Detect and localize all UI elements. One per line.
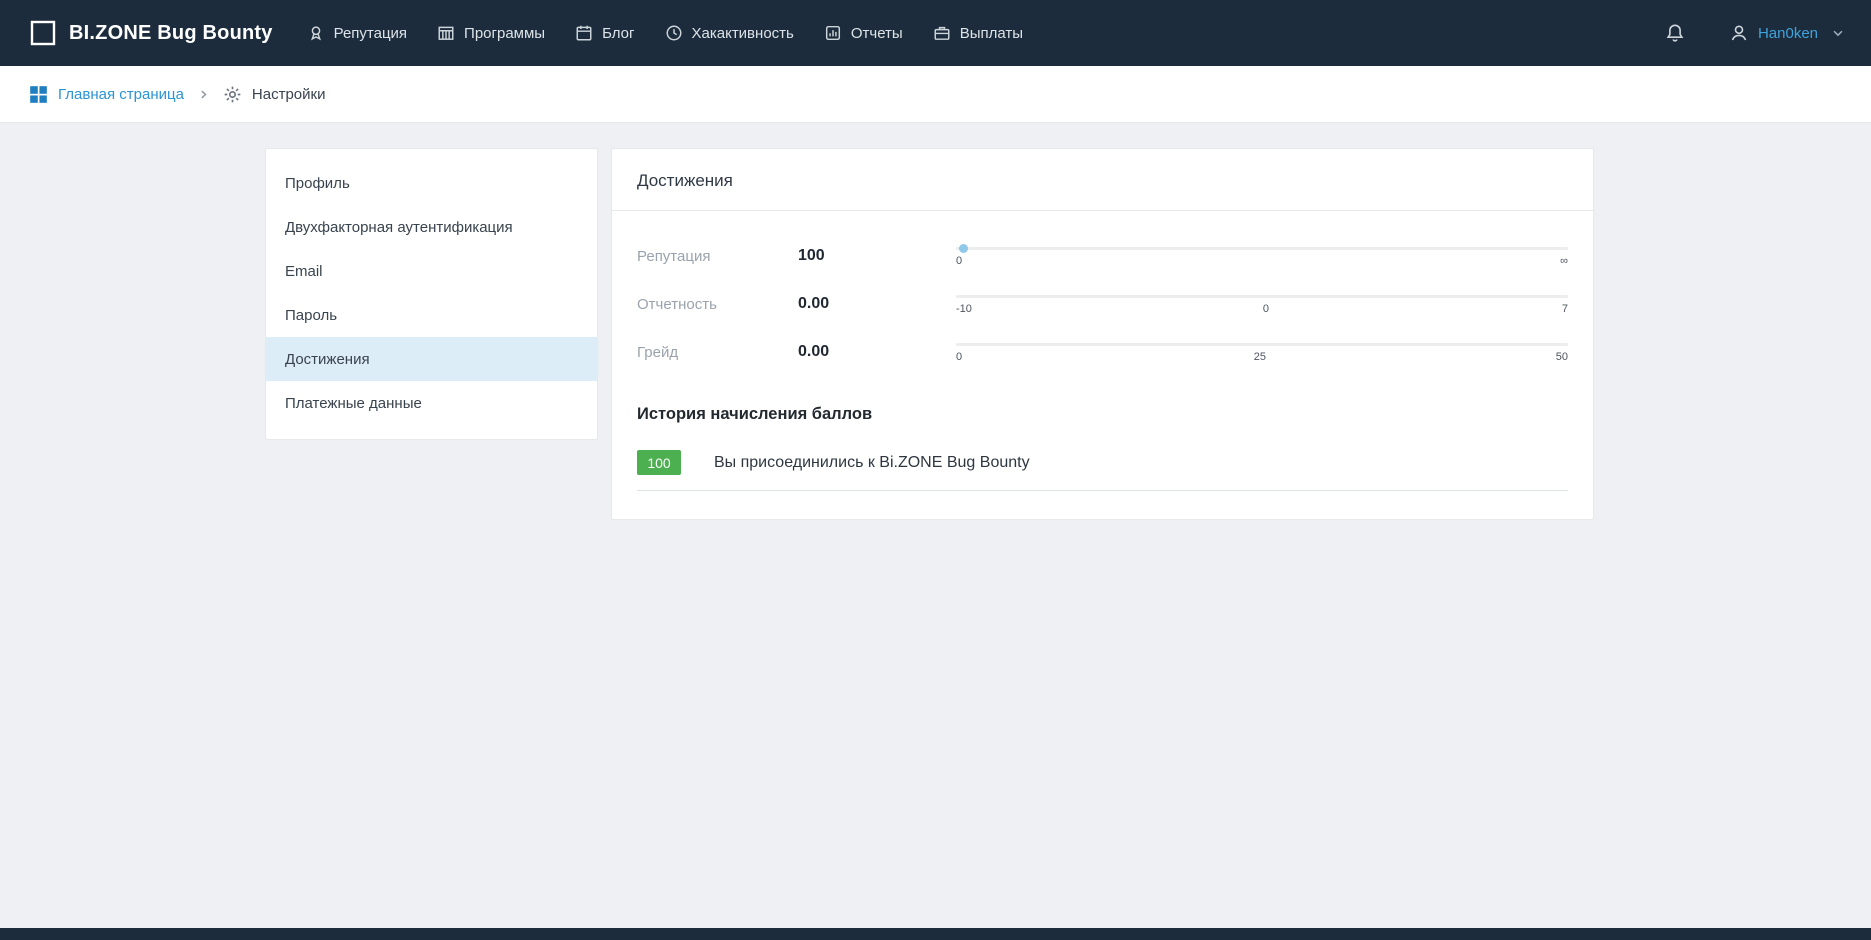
payouts-icon xyxy=(933,24,951,42)
settings-item-profile[interactable]: Профиль xyxy=(266,161,597,205)
breadcrumb-home-label: Главная страница xyxy=(58,86,184,103)
brand-title: BI.ZONE Bug Bounty xyxy=(69,22,273,45)
scale-labels: 0 ∞ xyxy=(956,255,1568,267)
breadcrumb-separator-icon xyxy=(198,89,209,100)
metric-label: Репутация xyxy=(637,248,798,265)
settings-nav: Профиль Двухфакторная аутентификация Ema… xyxy=(265,148,598,440)
bizone-logo-icon xyxy=(29,19,57,47)
nav-item-label: Выплаты xyxy=(960,25,1023,42)
scale-mid-label xyxy=(1258,255,1266,267)
settings-item-payment-data[interactable]: Платежные данные xyxy=(266,381,597,425)
hackactivity-icon xyxy=(665,24,683,42)
nav-item-reports[interactable]: Отчеты xyxy=(824,24,903,42)
notifications-button[interactable] xyxy=(1665,23,1685,43)
metric-row-reputation: Репутация 100 0 ∞ xyxy=(637,241,1568,271)
card-title: Достижения xyxy=(612,149,1593,211)
history-entry: 100 Вы присоединились к Bi.ZONE Bug Boun… xyxy=(637,450,1568,491)
scale-max-label: ∞ xyxy=(1560,255,1568,267)
scale-track xyxy=(956,343,1568,346)
scale-min-label: 0 xyxy=(956,351,964,363)
breadcrumb: Главная страница Настройки xyxy=(0,66,1871,123)
metric-label: Грейд xyxy=(637,344,798,361)
scale-marker xyxy=(959,244,968,253)
scale-min-label: 0 xyxy=(956,255,964,267)
reports-icon xyxy=(824,24,842,42)
metric-scale: 0 ∞ xyxy=(956,245,1568,267)
nav-item-programs[interactable]: Программы xyxy=(437,24,545,42)
scale-labels: -10 0 7 xyxy=(956,303,1568,315)
chevron-down-icon xyxy=(1831,26,1845,40)
user-icon xyxy=(1729,23,1749,43)
scale-track xyxy=(956,295,1568,298)
nav-item-label: Репутация xyxy=(334,25,407,42)
breadcrumb-home-link[interactable]: Главная страница xyxy=(29,85,184,104)
breadcrumb-current: Настройки xyxy=(223,85,326,104)
nav-item-label: Программы xyxy=(464,25,545,42)
nav-item-reputation[interactable]: Репутация xyxy=(307,24,407,42)
points-badge: 100 xyxy=(637,450,681,475)
nav-item-label: Хакактивность xyxy=(692,25,794,42)
content-area: Профиль Двухфакторная аутентификация Ema… xyxy=(0,123,1871,520)
history-title: История начисления баллов xyxy=(637,405,1568,424)
metric-scale: -10 0 7 xyxy=(956,293,1568,315)
user-name: Han0ken xyxy=(1758,25,1818,42)
scale-min-label: -10 xyxy=(956,303,972,315)
scale-track xyxy=(956,247,1568,250)
settings-item-email[interactable]: Email xyxy=(266,249,597,293)
scale-mid-label: 25 xyxy=(1254,351,1266,363)
metric-scale: 0 25 50 xyxy=(956,341,1568,363)
nav-item-blog[interactable]: Блог xyxy=(575,24,634,42)
settings-item-achievements[interactable]: Достижения xyxy=(266,337,597,381)
user-menu[interactable]: Han0ken xyxy=(1729,23,1845,43)
programs-icon xyxy=(437,24,455,42)
nav-item-payouts[interactable]: Выплаты xyxy=(933,24,1023,42)
metric-value: 0.00 xyxy=(798,343,956,361)
settings-item-password[interactable]: Пароль xyxy=(266,293,597,337)
reputation-icon xyxy=(307,24,325,42)
metric-value: 100 xyxy=(798,247,956,265)
gear-icon xyxy=(223,85,242,104)
metric-value: 0.00 xyxy=(798,295,956,313)
footer-bar xyxy=(0,928,1871,940)
breadcrumb-current-label: Настройки xyxy=(252,86,326,103)
scale-mid-label: 0 xyxy=(1262,303,1270,315)
blog-icon xyxy=(575,24,593,42)
card-body: Репутация 100 0 ∞ Отчетность 0.00 xyxy=(612,211,1593,519)
metric-row-grade: Грейд 0.00 0 25 50 xyxy=(637,337,1568,367)
nav-item-hackactivity[interactable]: Хакактивность xyxy=(665,24,794,42)
metric-label: Отчетность xyxy=(637,296,798,313)
scale-max-label: 7 xyxy=(1560,303,1568,315)
metric-row-reporting: Отчетность 0.00 -10 0 7 xyxy=(637,289,1568,319)
nav-item-label: Блог xyxy=(602,25,634,42)
nav-item-label: Отчеты xyxy=(851,25,903,42)
achievements-card: Достижения Репутация 100 0 ∞ Отчетно xyxy=(611,148,1594,520)
main-nav: Репутация Программы Блог Хакактивность О… xyxy=(307,24,1023,42)
home-grid-icon xyxy=(29,85,48,104)
history-entry-text: Вы присоединились к Bi.ZONE Bug Bounty xyxy=(714,454,1030,472)
navbar-right: Han0ken xyxy=(1665,23,1845,43)
settings-item-2fa[interactable]: Двухфакторная аутентификация xyxy=(266,205,597,249)
brand[interactable]: BI.ZONE Bug Bounty xyxy=(29,19,273,47)
scale-labels: 0 25 50 xyxy=(956,351,1568,363)
top-navbar: BI.ZONE Bug Bounty Репутация Программы Б… xyxy=(0,0,1871,66)
scale-max-label: 50 xyxy=(1556,351,1568,363)
